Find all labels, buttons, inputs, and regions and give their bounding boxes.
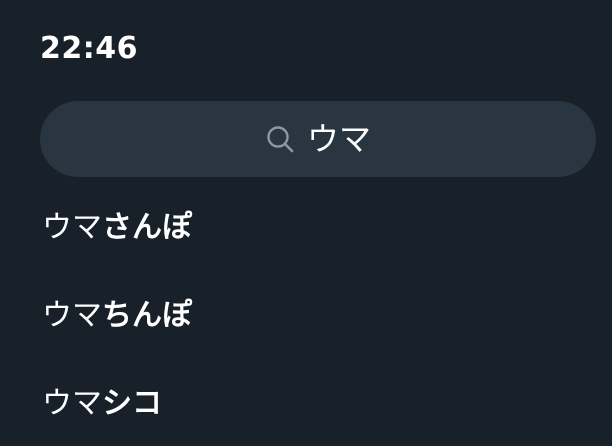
search-screen: 22:46 ウマ ウマ さんぽ ウマ ちんぽ ウマ シコ (0, 0, 612, 446)
suggestion-completion: ちんぽ (102, 298, 192, 333)
suggestion-item[interactable]: ウマ シコ (42, 374, 582, 446)
suggestion-list: ウマ さんぽ ウマ ちんぽ ウマ シコ (42, 198, 582, 446)
suggestion-match: ウマ (42, 298, 102, 333)
status-time: 22:46 (40, 31, 138, 66)
search-input[interactable]: ウマ (40, 101, 596, 177)
search-icon (265, 124, 295, 154)
suggestion-item[interactable]: ウマ ちんぽ (42, 286, 582, 374)
suggestion-completion: シコ (102, 386, 162, 421)
suggestion-match: ウマ (42, 386, 102, 421)
suggestion-item[interactable]: ウマ さんぽ (42, 198, 582, 286)
suggestion-completion: さんぽ (102, 210, 192, 245)
search-query: ウマ (306, 120, 371, 158)
suggestion-match: ウマ (42, 210, 102, 245)
